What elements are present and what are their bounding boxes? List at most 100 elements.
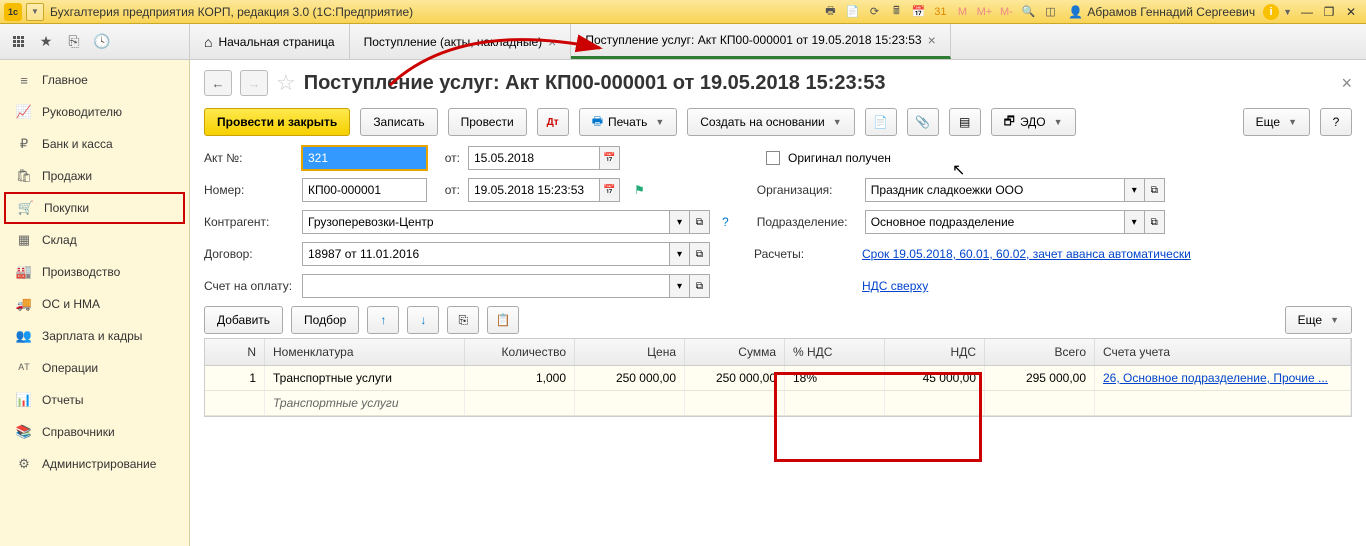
mem-mminus[interactable]: M- xyxy=(996,3,1016,21)
table-row[interactable]: Транспортные услуги xyxy=(205,391,1351,416)
table-more-button[interactable]: Еще▼ xyxy=(1285,306,1352,334)
post-and-close-button[interactable]: Провести и закрыть xyxy=(204,108,350,136)
list-icon[interactable]: ▤ xyxy=(949,108,981,136)
col-quantity[interactable]: Количество xyxy=(465,339,575,365)
table-row[interactable]: 1 Транспортные услуги 1,000 250 000,00 2… xyxy=(205,366,1351,391)
division-dropdown-icon[interactable]: ▾ xyxy=(1125,210,1145,234)
paste-icon[interactable]: 📋 xyxy=(487,306,519,334)
org-dropdown-icon[interactable]: ▾ xyxy=(1125,178,1145,202)
attach-icon[interactable]: 📎 xyxy=(907,108,939,136)
doc-icon[interactable]: 📄 xyxy=(842,3,862,21)
vat-link[interactable]: НДС сверху xyxy=(862,279,928,293)
mem-mplus[interactable]: M+ xyxy=(974,3,994,21)
help-button[interactable]: ? xyxy=(1320,108,1352,136)
akt-date-input[interactable] xyxy=(468,146,600,170)
sidebar-item[interactable]: 🛍Продажи xyxy=(0,160,189,192)
division-open-icon[interactable]: ⧉ xyxy=(1145,210,1165,234)
favorite-star-icon[interactable]: ☆ xyxy=(276,70,296,96)
forward-button[interactable]: → xyxy=(240,70,268,96)
copy-icon[interactable]: ⎘ xyxy=(447,306,479,334)
contractor-open-icon[interactable]: ⧉ xyxy=(690,210,710,234)
col-vat-percent[interactable]: % НДС xyxy=(785,339,885,365)
division-input[interactable] xyxy=(865,210,1125,234)
calendar-picker-2-icon[interactable]: 📅 xyxy=(600,178,620,202)
contract-open-icon[interactable]: ⧉ xyxy=(690,242,710,266)
sidebar-item[interactable]: ≡Главное xyxy=(0,64,189,96)
sidebar-item[interactable]: ᴬᵀОперации xyxy=(0,352,189,384)
tab[interactable]: Поступление (акты, накладные)× xyxy=(350,24,572,59)
mem-m[interactable]: M xyxy=(952,3,972,21)
close-page-button[interactable]: × xyxy=(1341,73,1352,94)
move-down-icon[interactable]: ↓ xyxy=(407,306,439,334)
back-button[interactable]: ← xyxy=(204,70,232,96)
col-accounts[interactable]: Счета учета xyxy=(1095,339,1351,365)
select-button[interactable]: Подбор xyxy=(291,306,359,334)
add-row-button[interactable]: Добавить xyxy=(204,306,283,334)
close-button[interactable]: ✕ xyxy=(1340,3,1362,21)
invoice-dropdown-icon[interactable]: ▾ xyxy=(670,274,690,298)
tab[interactable]: ⌂Начальная страница xyxy=(190,24,350,59)
sidebar-item[interactable]: 📚Справочники xyxy=(0,416,189,448)
org-open-icon[interactable]: ⧉ xyxy=(1145,178,1165,202)
dt-kt-icon[interactable]: Дт xyxy=(537,108,569,136)
tab-close-icon[interactable]: × xyxy=(548,34,556,50)
col-vat[interactable]: НДС xyxy=(885,339,985,365)
accounts-link[interactable]: 26, Основное подразделение, Прочие ... xyxy=(1103,371,1328,385)
green-flag-icon[interactable]: ⚑ xyxy=(634,183,645,197)
sidebar-item[interactable]: ₽Банк и касса xyxy=(0,128,189,160)
sidebar-item[interactable]: ▦Склад xyxy=(0,224,189,256)
settlement-link[interactable]: Срок 19.05.2018, 60.01, 60.02, зачет ава… xyxy=(862,247,1191,261)
user-info[interactable]: 👤 Абрамов Геннадий Сергеевич xyxy=(1068,5,1255,19)
pin-icon[interactable]: ⎘ xyxy=(64,32,84,52)
contractor-dropdown-icon[interactable]: ▾ xyxy=(670,210,690,234)
edo-button[interactable]: 🗗ЭДО▼ xyxy=(991,108,1076,136)
sidebar-item[interactable]: 🚚ОС и НМА xyxy=(0,288,189,320)
star-icon[interactable]: ★ xyxy=(36,32,56,52)
number-date-input[interactable] xyxy=(468,178,600,202)
history-icon[interactable]: 🕓 xyxy=(92,32,112,52)
print-icon[interactable]: 🖶 xyxy=(820,3,840,21)
akt-number-input[interactable] xyxy=(302,146,427,170)
col-n[interactable]: N xyxy=(205,339,265,365)
original-received-checkbox[interactable] xyxy=(766,151,780,165)
col-price[interactable]: Цена xyxy=(575,339,685,365)
save-button[interactable]: Записать xyxy=(360,108,437,136)
create-based-button[interactable]: Создать на основании▼ xyxy=(687,108,854,136)
contractor-input[interactable] xyxy=(302,210,670,234)
sidebar-item[interactable]: ⚙Администрирование xyxy=(0,448,189,480)
contract-dropdown-icon[interactable]: ▾ xyxy=(670,242,690,266)
calc-icon[interactable]: 🖩 xyxy=(886,3,906,21)
refresh-icon[interactable]: ⟳ xyxy=(864,3,884,21)
apps-icon[interactable] xyxy=(8,32,28,52)
doc-action-icon[interactable]: 📄 xyxy=(865,108,897,136)
app-menu-dropdown[interactable]: ▼ xyxy=(26,3,44,21)
more-button[interactable]: Еще▼ xyxy=(1243,108,1310,136)
calendar-icon[interactable]: 📅 xyxy=(908,3,928,21)
sidebar-item[interactable]: 📈Руководителю xyxy=(0,96,189,128)
panel-icon[interactable]: ◫ xyxy=(1040,3,1060,21)
col-total[interactable]: Всего xyxy=(985,339,1095,365)
date-icon[interactable]: 31 xyxy=(930,3,950,21)
tab[interactable]: Поступление услуг: Акт КП00-000001 от 19… xyxy=(571,24,950,59)
help-link-icon[interactable]: ? xyxy=(722,215,729,229)
sidebar-item[interactable]: 🛒Покупки xyxy=(4,192,185,224)
number-input[interactable] xyxy=(302,178,427,202)
info-icon[interactable]: i xyxy=(1263,4,1279,20)
zoom-icon[interactable]: 🔍 xyxy=(1018,3,1038,21)
contract-input[interactable] xyxy=(302,242,670,266)
maximize-button[interactable]: ❐ xyxy=(1318,3,1340,21)
print-button[interactable]: 🖶Печать▼ xyxy=(579,108,678,136)
col-sum[interactable]: Сумма xyxy=(685,339,785,365)
minimize-button[interactable]: — xyxy=(1296,3,1318,21)
sidebar-item[interactable]: 👥Зарплата и кадры xyxy=(0,320,189,352)
calendar-picker-icon[interactable]: 📅 xyxy=(600,146,620,170)
move-up-icon[interactable]: ↑ xyxy=(367,306,399,334)
org-input[interactable] xyxy=(865,178,1125,202)
col-nomenclature[interactable]: Номенклатура xyxy=(265,339,465,365)
tab-close-icon[interactable]: × xyxy=(928,32,936,48)
sidebar-item[interactable]: 🏭Производство xyxy=(0,256,189,288)
invoice-input[interactable] xyxy=(302,274,670,298)
post-button[interactable]: Провести xyxy=(448,108,527,136)
sidebar-item[interactable]: 📊Отчеты xyxy=(0,384,189,416)
invoice-open-icon[interactable]: ⧉ xyxy=(690,274,710,298)
